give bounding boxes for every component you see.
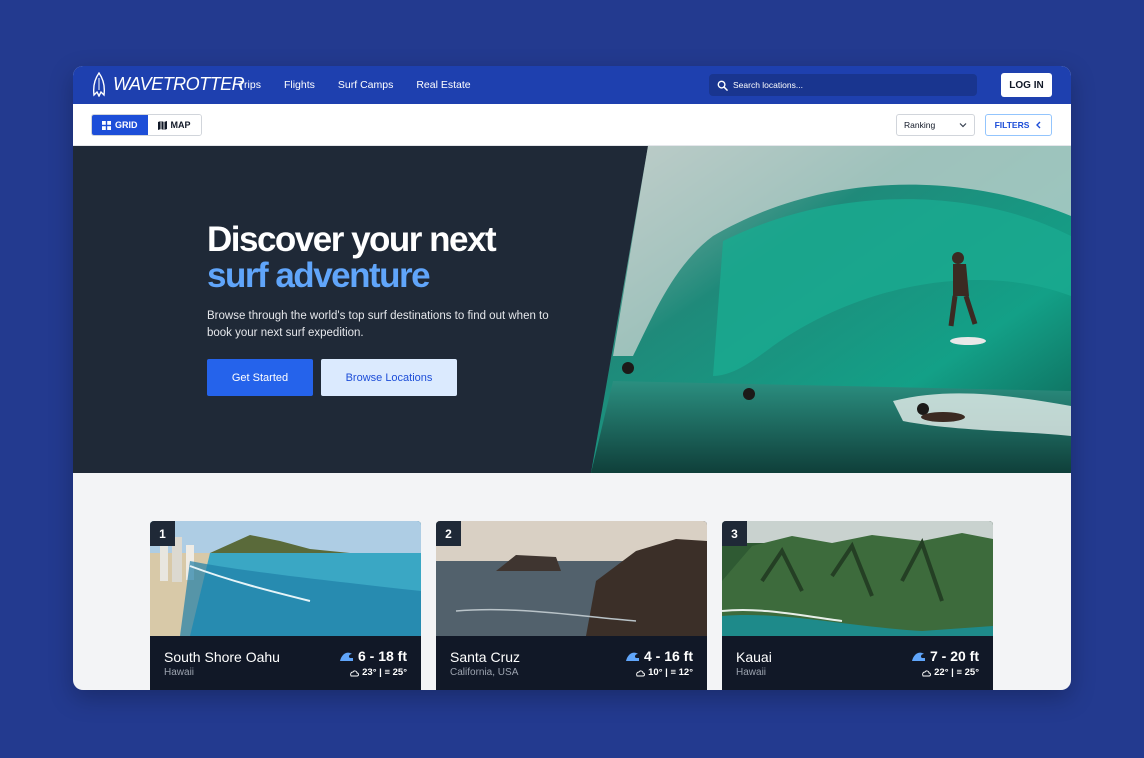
main-nav: Trips Flights Surf Camps Real Estate — [238, 66, 494, 104]
oahu-photo — [150, 521, 421, 636]
filters-button[interactable]: FILTERS — [985, 114, 1052, 136]
card-weather: 23° | ≡ 25° — [349, 667, 407, 678]
grid-view-label: GRID — [115, 120, 138, 130]
browser-window: WAVETROTTER Trips Flights Surf Camps Rea… — [73, 66, 1071, 690]
kauai-photo — [722, 521, 993, 636]
wave-icon — [911, 652, 925, 661]
sort-value: Ranking — [904, 120, 936, 130]
destination-card[interactable]: 2 Santa Cruz California, USA 4 - 16 ft 1… — [436, 521, 707, 690]
card-region: California, USA — [450, 667, 519, 678]
card-region: Hawaii — [164, 667, 195, 678]
nav-trips[interactable]: Trips — [238, 79, 261, 91]
map-icon — [157, 120, 167, 130]
weather-readout: 22° | ≡ 25° — [934, 667, 979, 678]
cloud-sun-icon — [636, 670, 646, 677]
view-toolbar: GRID MAP Ranking FILTERS — [73, 104, 1071, 146]
view-toggle: GRID MAP — [91, 114, 202, 136]
hero-cta-group: Get Started Browse Locations — [207, 359, 457, 396]
rank-badge: 1 — [150, 521, 175, 546]
filters-label: FILTERS — [994, 120, 1030, 130]
chevron-left-icon — [1036, 121, 1041, 129]
hero-title-accent: surf adventure — [207, 256, 431, 295]
get-started-button[interactable]: Get Started — [207, 359, 313, 396]
nav-flights[interactable]: Flights — [284, 79, 315, 91]
hero-copy: Discover your next surf adventure Browse… — [207, 222, 567, 342]
hero-subtitle: Browse through the world's top surf dest… — [207, 310, 549, 339]
santa-cruz-photo — [436, 521, 707, 636]
map-view-button[interactable]: MAP — [147, 115, 201, 135]
surfboard-logo-icon — [92, 72, 106, 97]
browse-locations-button[interactable]: Browse Locations — [321, 359, 457, 396]
weather-readout: 10° | ≡ 12° — [648, 667, 693, 678]
wave-icon — [339, 652, 353, 661]
card-region: Hawaii — [736, 667, 767, 678]
destination-card[interactable]: 3 Kauai Hawaii 7 - 20 ft 22° | ≡ 25° — [722, 521, 993, 690]
grid-view-button[interactable]: GRID — [92, 115, 148, 135]
hero-title-line1: Discover your next — [207, 220, 497, 259]
destination-cards: 1 South Shore Oahu Hawaii 6 - 18 ft 23° … — [150, 521, 993, 690]
swell-range: 6 - 18 ft — [357, 648, 407, 664]
card-swell: 7 - 20 ft — [911, 648, 979, 664]
wave-icon — [625, 652, 639, 661]
card-title: Kauai — [736, 649, 772, 665]
map-view-label: MAP — [170, 120, 191, 130]
login-button[interactable]: LOG IN — [1001, 73, 1052, 97]
nav-real-estate[interactable]: Real Estate — [416, 79, 470, 91]
search-icon — [717, 80, 728, 91]
swell-range: 4 - 16 ft — [643, 648, 693, 664]
card-title: South Shore Oahu — [164, 649, 280, 665]
card-weather: 10° | ≡ 12° — [635, 667, 693, 678]
swell-range: 7 - 20 ft — [929, 648, 979, 664]
cloud-sun-icon — [922, 670, 932, 677]
card-info: South Shore Oahu Hawaii 6 - 18 ft 23° | … — [150, 636, 421, 690]
nav-surf-camps[interactable]: Surf Camps — [338, 79, 393, 91]
logo[interactable]: WAVETROTTER — [91, 72, 245, 97]
sort-select[interactable]: Ranking — [896, 114, 975, 136]
card-info: Kauai Hawaii 7 - 20 ft 22° | ≡ 25° — [722, 636, 993, 690]
rank-badge: 3 — [722, 521, 747, 546]
weather-readout: 23° | ≡ 25° — [362, 667, 407, 678]
top-navbar: WAVETROTTER Trips Flights Surf Camps Rea… — [73, 66, 1071, 104]
card-swell: 6 - 18 ft — [339, 648, 407, 664]
hero-section: Discover your next surf adventure Browse… — [73, 146, 1071, 473]
brand-name: WAVETROTTER — [113, 74, 245, 94]
grid-icon — [102, 120, 111, 130]
destination-card[interactable]: 1 South Shore Oahu Hawaii 6 - 18 ft 23° … — [150, 521, 421, 690]
card-weather: 22° | ≡ 25° — [921, 667, 979, 678]
cloud-sun-icon — [350, 670, 360, 677]
search-bar[interactable] — [709, 74, 977, 96]
hero-title: Discover your next surf adventure — [207, 222, 567, 294]
chevron-down-icon — [959, 123, 967, 128]
rank-badge: 2 — [436, 521, 461, 546]
card-info: Santa Cruz California, USA 4 - 16 ft 10°… — [436, 636, 707, 690]
card-title: Santa Cruz — [450, 649, 521, 665]
card-swell: 4 - 16 ft — [625, 648, 693, 664]
search-input[interactable] — [733, 80, 963, 90]
